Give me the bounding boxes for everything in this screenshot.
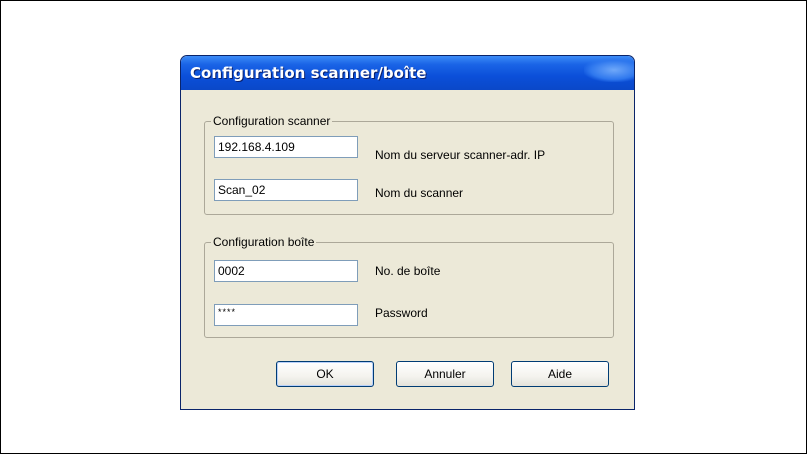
password-label: Password: [375, 306, 428, 320]
help-button[interactable]: Aide: [511, 361, 609, 387]
box-number-label: No. de boîte: [375, 264, 441, 278]
cancel-button[interactable]: Annuler: [396, 361, 494, 387]
server-ip-label: Nom du serveur scanner-adr. IP: [375, 148, 546, 162]
box-number-input[interactable]: 0002: [214, 260, 358, 282]
server-ip-input[interactable]: 192.168.4.109: [214, 136, 358, 158]
scanner-name-label: Nom du scanner: [375, 186, 464, 200]
scanner-name-input[interactable]: Scan_02: [214, 179, 358, 201]
dialog-title: Configuration scanner/boîte: [190, 64, 427, 82]
titlebar-decoration: [584, 58, 634, 82]
scanner-config-legend: Configuration scanner: [211, 114, 333, 128]
password-input[interactable]: ****: [214, 304, 358, 326]
dialog-titlebar[interactable]: Configuration scanner/boîte: [181, 56, 634, 90]
box-config-legend: Configuration boîte: [211, 235, 317, 249]
ok-button[interactable]: OK: [276, 361, 374, 387]
config-dialog: Configuration scanner/boîte Configuratio…: [180, 55, 635, 410]
